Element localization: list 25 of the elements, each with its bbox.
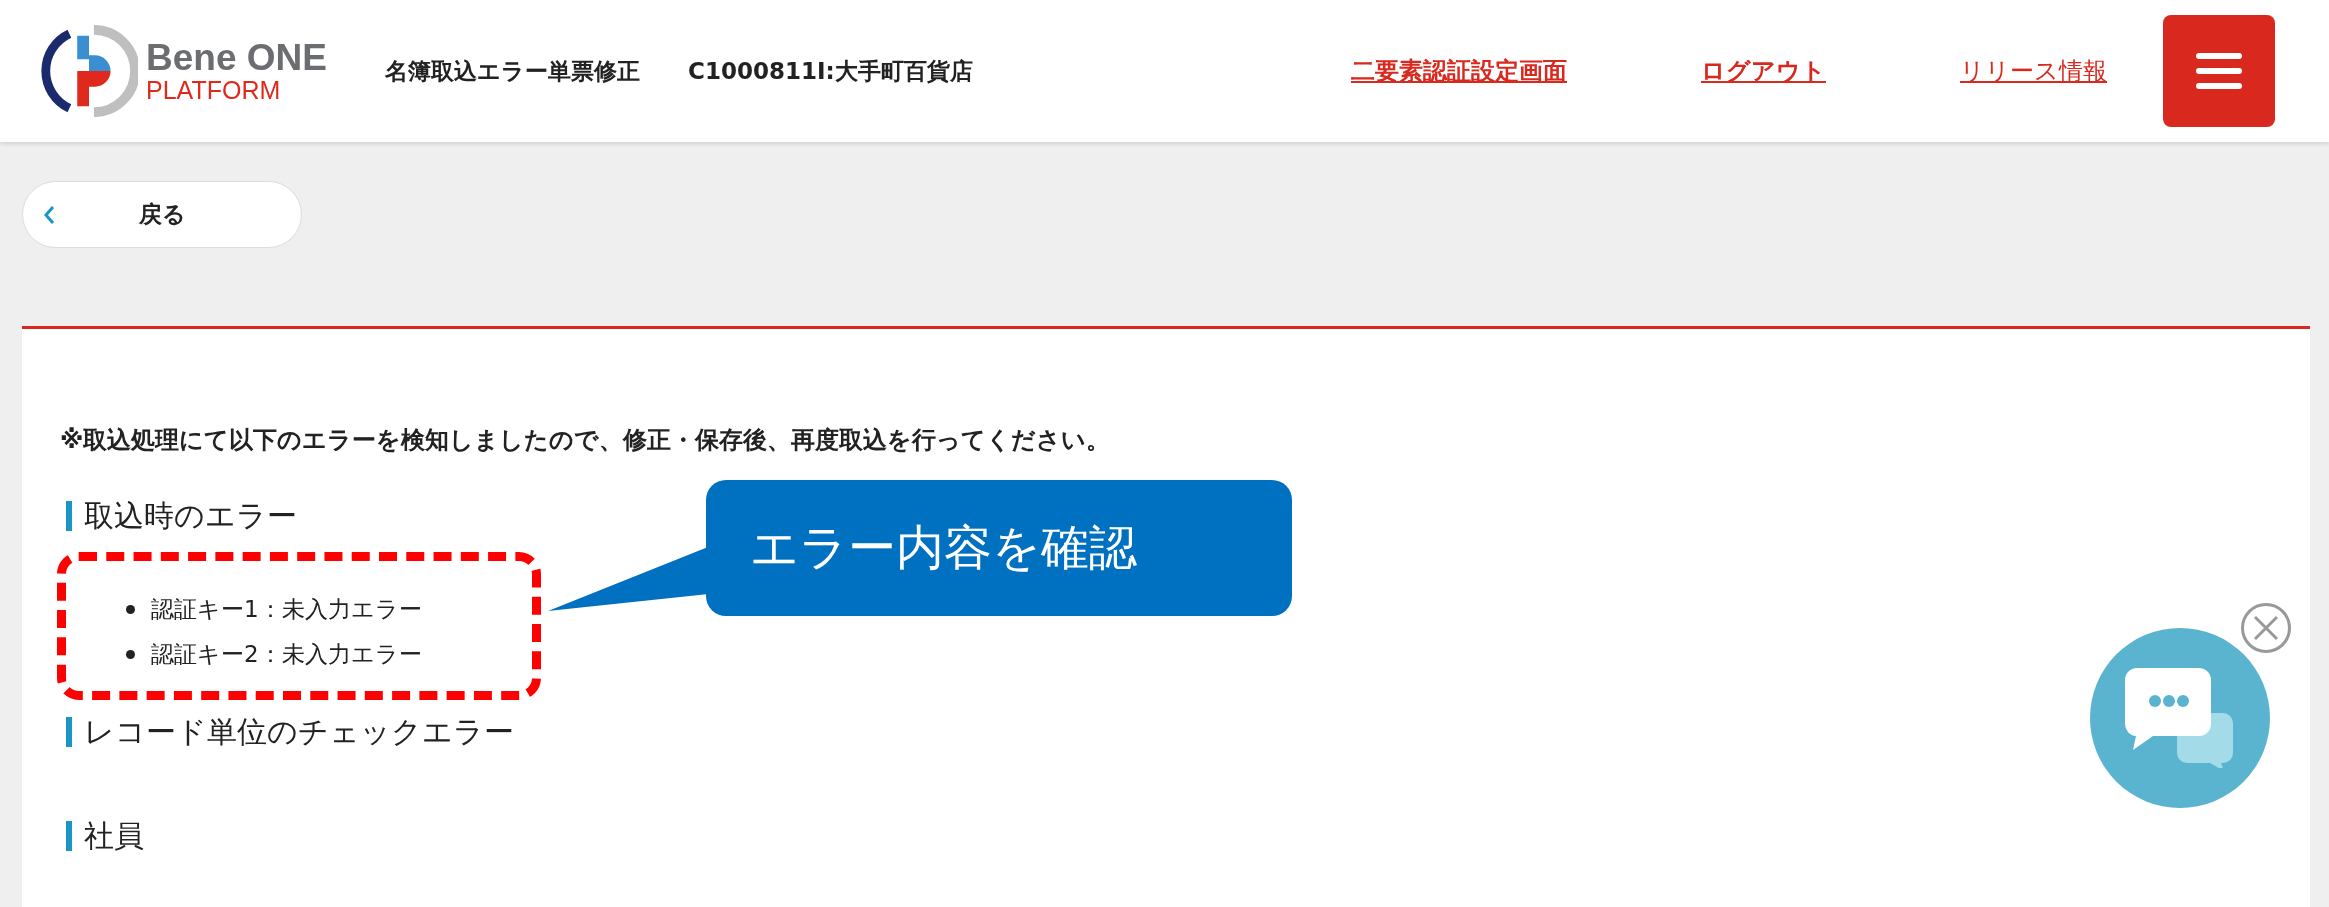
- page-title: 名簿取込エラー単票修正: [385, 56, 640, 86]
- logo-subtitle: PLATFORM: [146, 78, 282, 103]
- notice-text: ※取込処理にて以下のエラーを検知しましたので、修正・保存後、再度取込を行ってください。: [60, 425, 1112, 456]
- header-link[interactable]: ログアウト: [1701, 55, 1826, 87]
- bullet-icon: [126, 605, 135, 614]
- logo-icon: [40, 22, 138, 120]
- heading-bar: [66, 821, 72, 851]
- header-link[interactable]: 二要素認証設定画面: [1351, 55, 1567, 87]
- heading-bar: [66, 717, 72, 747]
- company-name: C1000811I:大手町百貨店: [688, 56, 973, 86]
- close-icon: [2253, 615, 2279, 641]
- header-link[interactable]: リリース情報: [1960, 55, 2107, 87]
- section-heading: 社員: [84, 816, 144, 855]
- menu-icon: [2196, 53, 2242, 89]
- logo-name: Bene ONE: [146, 39, 327, 76]
- section-heading: レコード単位のチェックエラー: [84, 712, 514, 751]
- chevron-left-icon: [43, 204, 55, 225]
- bullet-icon: [126, 650, 135, 659]
- section-heading: 取込時のエラー: [84, 496, 297, 535]
- chat-bubbles-icon: [2125, 668, 2235, 768]
- error-message: 認証キー2：未入力エラー: [151, 640, 422, 669]
- menu-button[interactable]: [2163, 15, 2275, 127]
- back-button[interactable]: 戻る: [22, 181, 302, 248]
- heading-bar: [66, 501, 72, 531]
- error-message: 認証キー1：未入力エラー: [151, 595, 422, 624]
